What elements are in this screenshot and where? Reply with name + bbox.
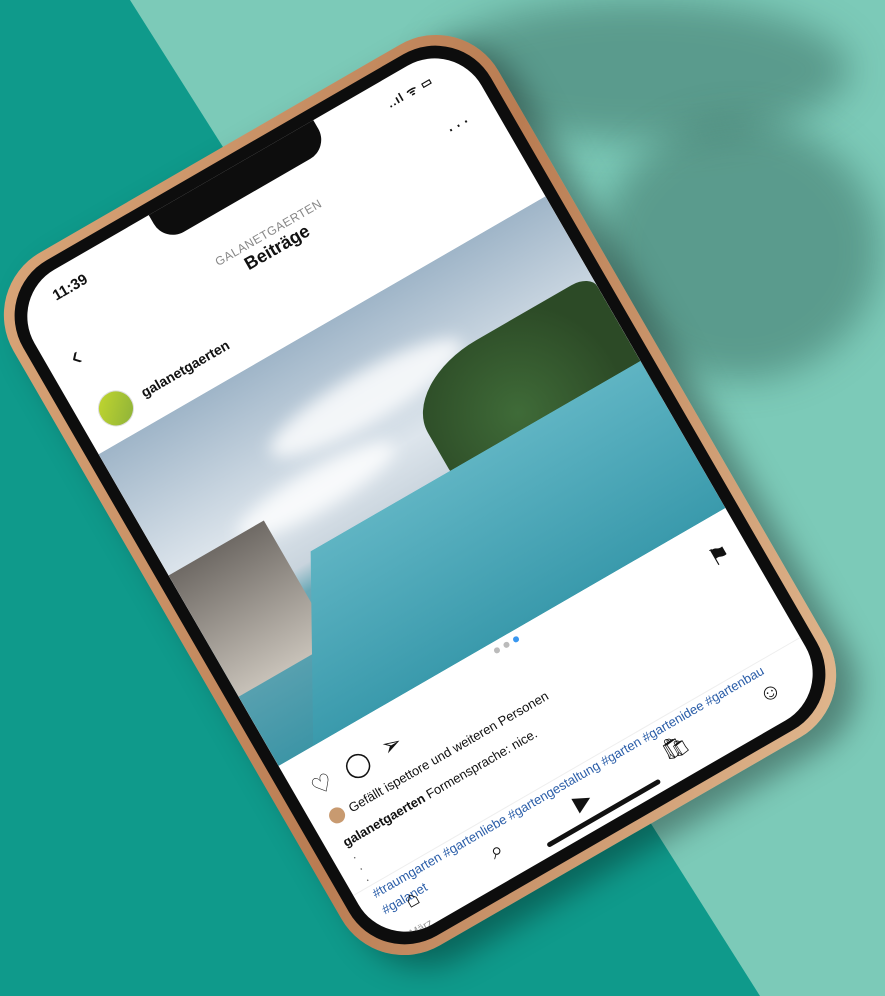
profile-icon[interactable]: ☺ (754, 676, 786, 710)
comment-icon[interactable]: ◯ (338, 745, 376, 784)
carousel-dot-active (511, 635, 521, 644)
status-time: 11:39 (49, 270, 91, 304)
bookmark-icon[interactable]: ⚑ (703, 537, 736, 573)
liker-avatar (326, 804, 349, 827)
carousel-dot (492, 646, 502, 655)
shop-icon[interactable]: 🛍 (656, 729, 693, 765)
send-icon[interactable]: ➢ (376, 727, 408, 762)
home-icon[interactable]: ⌂ (400, 885, 425, 914)
search-icon[interactable]: ⌕ (484, 836, 508, 865)
status-icons: ..ıl ᯤ ▭ (384, 72, 436, 111)
carousel-dot (502, 640, 511, 649)
reels-icon[interactable]: ▶ (568, 785, 596, 816)
avatar[interactable] (91, 383, 141, 434)
heart-icon[interactable]: ♡ (306, 767, 339, 803)
